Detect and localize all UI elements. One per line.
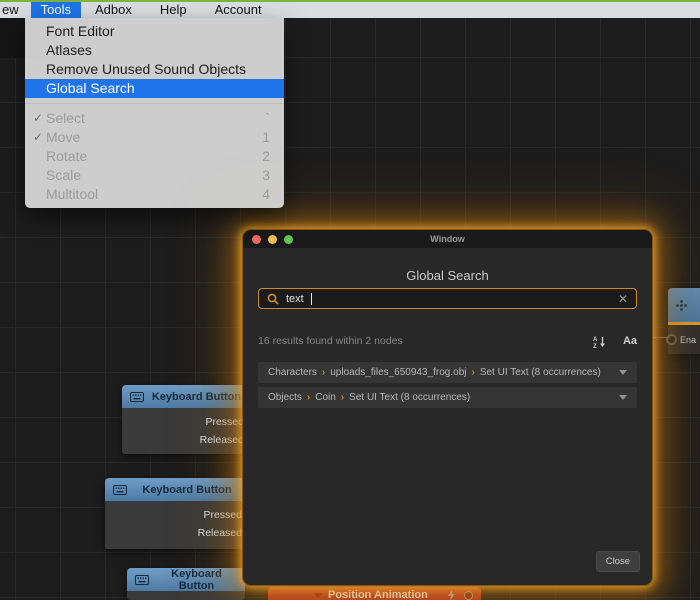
- menu-shortcut: 2: [262, 148, 270, 164]
- menu-item-atlases[interactable]: Atlases: [25, 41, 284, 60]
- node-title: Position Animation: [328, 589, 428, 600]
- node-port[interactable]: [464, 590, 473, 600]
- breadcrumb-segment: Set UI Text (8 occurrences): [479, 367, 601, 378]
- animation-bolt-icon: [447, 589, 456, 600]
- position-animation-node[interactable]: Position Animation: [268, 587, 481, 600]
- breadcrumb-separator: ›: [340, 392, 345, 403]
- menu-item-font-editor[interactable]: Font Editor: [25, 22, 284, 41]
- menu-item-remove-unused-sound-objects[interactable]: Remove Unused Sound Objects: [25, 60, 284, 79]
- menu-view[interactable]: ew: [0, 2, 25, 18]
- sort-icon[interactable]: AZ: [593, 335, 606, 348]
- search-input[interactable]: text ✕: [258, 288, 637, 309]
- menu-shortcut: `: [265, 110, 270, 126]
- node-header[interactable]: [668, 288, 700, 322]
- node-title: Keyboard Button: [151, 390, 242, 403]
- text-cursor: [310, 292, 312, 305]
- port-label: Ena: [680, 334, 697, 345]
- menu-shortcut: 1: [262, 129, 270, 145]
- breadcrumb-separator: ›: [471, 367, 475, 378]
- clear-search-icon[interactable]: ✕: [618, 293, 628, 305]
- menu-shortcut: 4: [262, 186, 270, 202]
- checkmark-icon: ✓: [32, 111, 44, 125]
- menu-item-global-search[interactable]: Global Search: [25, 79, 284, 98]
- breadcrumb-separator: ›: [321, 367, 326, 378]
- node-header[interactable]: Keyboard Button: [122, 385, 250, 408]
- move-icon: [675, 299, 688, 312]
- top-border-line: [0, 0, 700, 2]
- output-released[interactable]: Released: [122, 431, 250, 449]
- page-title: Global Search: [406, 268, 489, 283]
- collapse-caret-icon[interactable]: [314, 592, 322, 598]
- menu-account[interactable]: Account: [205, 2, 272, 18]
- menu-tools[interactable]: Tools: [30, 2, 81, 18]
- window-titlebar[interactable]: Window: [243, 230, 652, 248]
- menu-item-multitool[interactable]: Multitool 4: [25, 185, 284, 204]
- checkmark-icon: ✓: [32, 130, 44, 144]
- menubar: ew Tools Adbox Help Account: [0, 2, 700, 18]
- expand-caret-icon[interactable]: [619, 370, 627, 375]
- menu-item-rotate[interactable]: Rotate 2: [25, 147, 284, 166]
- breadcrumb-segment: Coin: [315, 392, 336, 403]
- output-pressed[interactable]: Pressed: [122, 413, 250, 431]
- svg-text:Z: Z: [593, 344, 597, 348]
- svg-text:A: A: [593, 337, 598, 343]
- close-button[interactable]: Close: [595, 551, 640, 572]
- node-header[interactable]: Keyboard Button: [105, 478, 248, 501]
- output-released[interactable]: Released: [105, 524, 248, 542]
- menu-shortcut: 3: [262, 167, 270, 183]
- breadcrumb-segment: Characters: [268, 367, 317, 378]
- keyboard-icon: [130, 391, 144, 402]
- breadcrumb-segment: uploads_files_650943_frog.obj: [330, 367, 467, 378]
- search-icon: [267, 293, 279, 305]
- window-title: Window: [430, 234, 465, 244]
- breadcrumb-segment: Set UI Text (8 occurrences): [349, 392, 471, 403]
- menu-item-scale[interactable]: Scale 3: [25, 166, 284, 185]
- menu-separator: [25, 103, 284, 104]
- search-result-row[interactable]: Characters › uploads_files_650943_frog.o…: [258, 362, 637, 383]
- keyboard-button-node-2[interactable]: Keyboard Button Pressed Released: [105, 478, 248, 549]
- results-summary: 16 results found within 2 nodes: [258, 335, 403, 347]
- global-search-window: Window Global Search text ✕ 16 results f…: [243, 230, 652, 585]
- menu-item-select[interactable]: ✓ Select `: [25, 109, 284, 128]
- side-node-panel[interactable]: Ena: [666, 288, 700, 354]
- breadcrumb-segment: Objects: [268, 392, 302, 403]
- keyboard-button-node-1[interactable]: Keyboard Button Pressed Released: [122, 385, 250, 454]
- search-result-row[interactable]: Objects › Coin › Set UI Text (8 occurren…: [258, 387, 637, 408]
- case-sensitive-toggle[interactable]: Aa: [623, 335, 637, 347]
- menu-help[interactable]: Help: [150, 2, 197, 18]
- menu-adbox[interactable]: Adbox: [85, 2, 142, 18]
- node-title: Keyboard Button: [171, 567, 222, 592]
- keyboard-button-node-3[interactable]: Keyboard Button: [127, 568, 245, 600]
- keyboard-icon: [113, 484, 127, 495]
- tools-dropdown-menu: Font Editor Atlases Remove Unused Sound …: [25, 18, 284, 208]
- node-title: Keyboard Button: [142, 483, 232, 496]
- menu-item-move[interactable]: ✓ Move 1: [25, 128, 284, 147]
- breadcrumb-separator: ›: [306, 392, 311, 403]
- expand-caret-icon[interactable]: [619, 395, 627, 400]
- node-header[interactable]: Keyboard Button: [127, 567, 245, 592]
- keyboard-icon: [135, 574, 149, 585]
- output-pressed[interactable]: Pressed: [105, 506, 248, 524]
- input-port[interactable]: [666, 334, 677, 345]
- search-query-text: text: [286, 292, 304, 305]
